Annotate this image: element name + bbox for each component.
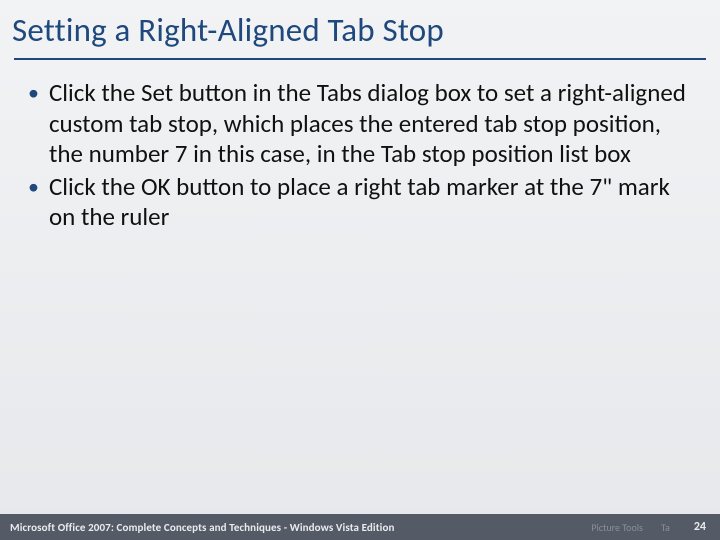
slide: Setting a Right-Aligned Tab Stop • Click… (0, 0, 720, 540)
page-title: Setting a Right-Aligned Tab Stop (0, 0, 720, 56)
page-number: 24 (694, 520, 706, 534)
bullet-text: Click the Set button in the Tabs dialog … (49, 78, 694, 170)
footer-ghost-2: Ta (661, 521, 670, 534)
footer-source: Microsoft Office 2007: Complete Concepts… (10, 521, 394, 534)
footer-ghost-text: Picture Tools Ta (591, 521, 670, 534)
body-text: • Click the Set button in the Tabs dialo… (0, 60, 720, 233)
bullet-dot-icon: • (26, 172, 49, 202)
bullet-text: Click the OK button to place a right tab… (49, 172, 694, 233)
slide-footer: Microsoft Office 2007: Complete Concepts… (0, 514, 720, 540)
list-item: • Click the Set button in the Tabs dialo… (26, 78, 694, 170)
list-item: • Click the OK button to place a right t… (26, 172, 694, 233)
bullet-dot-icon: • (26, 78, 49, 108)
footer-ghost-1: Picture Tools (591, 521, 643, 534)
